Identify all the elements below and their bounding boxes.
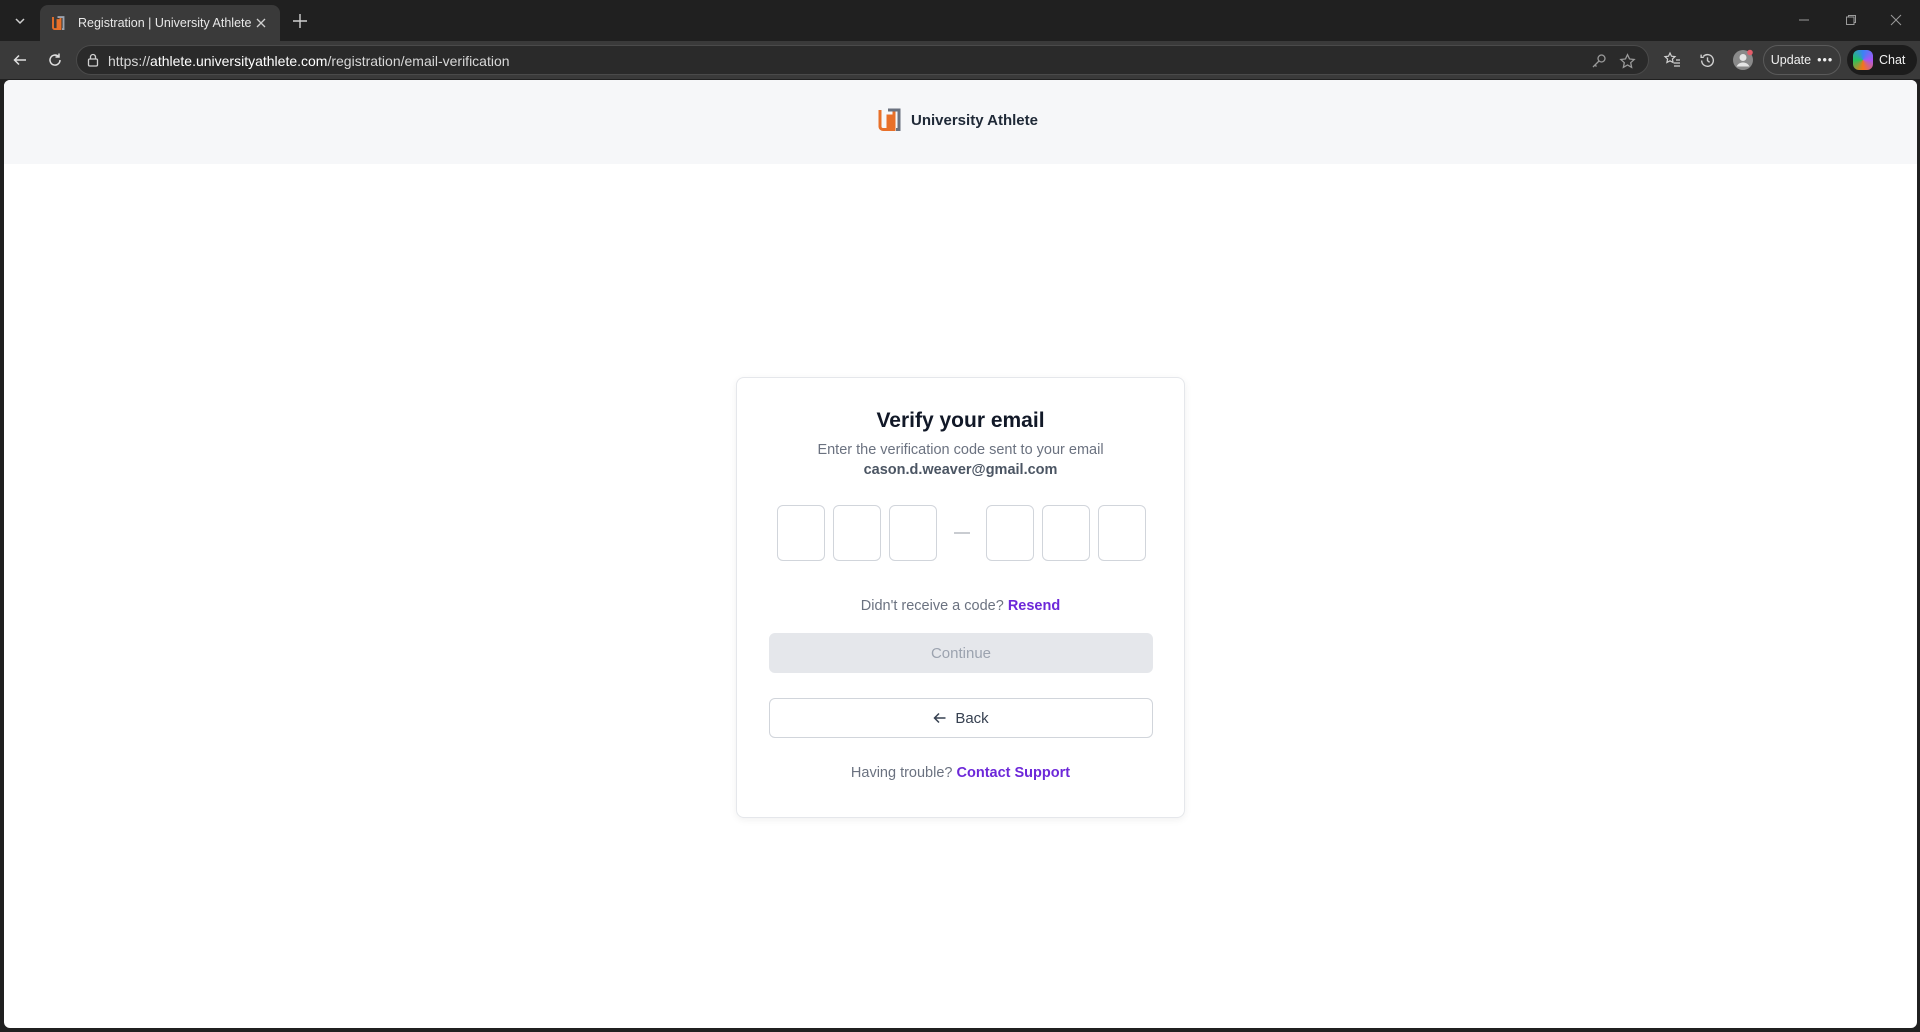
chat-label: Chat — [1879, 53, 1906, 67]
url-text[interactable]: https://athlete.universityathlete.com/re… — [108, 53, 510, 69]
support-prompt: Having trouble? — [850, 765, 953, 781]
copilot-chat-button[interactable]: Chat — [1847, 45, 1917, 75]
code-digit-1-input[interactable] — [777, 505, 825, 561]
brand-logo-link[interactable]: University Athlete — [877, 107, 1038, 133]
history-button[interactable] — [1693, 47, 1721, 73]
avatar-icon — [1733, 49, 1753, 70]
lock-icon[interactable] — [85, 52, 101, 68]
profile-button[interactable] — [1729, 47, 1757, 73]
copilot-icon — [1853, 50, 1873, 70]
close-window-button[interactable] — [1882, 8, 1910, 32]
url-host: athlete.universityathlete.com — [150, 53, 328, 69]
verify-email-card: Verify your email Enter the verification… — [736, 377, 1185, 818]
resend-prompt: Didn't receive a code? — [860, 598, 1004, 614]
favorites-button[interactable] — [1658, 47, 1686, 73]
back-button[interactable]: Back — [769, 698, 1153, 738]
continue-button[interactable]: Continue — [769, 633, 1153, 673]
password-key-icon[interactable] — [1589, 51, 1609, 71]
code-digit-3-input[interactable] — [889, 505, 937, 561]
browser-toolbar: https://athlete.universityathlete.com/re… — [0, 41, 1920, 79]
more-dots-icon: ••• — [1817, 53, 1834, 67]
url-path: /registration/email-verification — [327, 53, 510, 69]
update-label: Update — [1770, 53, 1812, 67]
code-digit-6-input[interactable] — [1098, 505, 1146, 561]
browser-tab-bar: Registration | University Athlete — [0, 0, 1920, 41]
site-header: University Athlete — [4, 80, 1917, 164]
code-digit-5-input[interactable] — [1042, 505, 1090, 561]
code-digit-4-input[interactable] — [986, 505, 1034, 561]
verify-email-address: cason.d.weaver@gmail.com — [863, 462, 1058, 478]
restore-window-button[interactable] — [1837, 8, 1865, 32]
new-tab-button[interactable] — [288, 9, 312, 33]
arrow-left-icon — [933, 712, 946, 724]
address-bar[interactable]: https://athlete.universityathlete.com/re… — [76, 45, 1649, 75]
reload-icon — [49, 53, 61, 66]
resend-link[interactable]: Resend — [1008, 598, 1060, 614]
tab-actions-menu-button[interactable] — [6, 8, 34, 34]
code-separator — [954, 532, 970, 534]
restore-icon — [1846, 15, 1856, 25]
university-athlete-logo-icon — [878, 108, 901, 131]
reload-button[interactable] — [41, 47, 69, 73]
page-viewport: University Athlete Verify your email Ent… — [4, 80, 1917, 1028]
chevron-down-icon — [15, 18, 25, 25]
code-digit-2-input[interactable] — [833, 505, 881, 561]
arrow-left-icon — [13, 54, 26, 66]
minimize-icon — [1799, 19, 1809, 21]
url-scheme: https:// — [108, 53, 151, 69]
contact-support-link[interactable]: Contact Support — [957, 765, 1071, 781]
plus-icon — [293, 14, 307, 28]
update-button[interactable]: Update ••• — [1763, 45, 1841, 75]
close-tab-icon[interactable] — [252, 14, 270, 32]
page-title: Verify your email — [876, 409, 1045, 432]
history-icon — [1699, 53, 1714, 67]
favorite-star-icon[interactable] — [1617, 51, 1637, 71]
resend-prompt-line: Didn't receive a code? Resend — [737, 598, 1184, 614]
browser-tab-active[interactable]: Registration | University Athlete — [40, 5, 280, 41]
university-athlete-favicon — [52, 16, 65, 30]
back-navigation-button[interactable] — [6, 47, 34, 73]
close-icon — [1890, 14, 1902, 26]
verify-instructions: Enter the verification code sent to your… — [817, 442, 1104, 458]
brand-name: University Athlete — [911, 111, 1038, 129]
favorites-list-icon — [1663, 51, 1680, 67]
minimize-window-button[interactable] — [1790, 8, 1818, 32]
back-button-label: Back — [955, 709, 989, 727]
tab-title: Registration | University Athlete — [78, 16, 252, 30]
verification-code-inputs — [737, 505, 1184, 561]
support-prompt-line: Having trouble? Contact Support — [737, 765, 1184, 781]
